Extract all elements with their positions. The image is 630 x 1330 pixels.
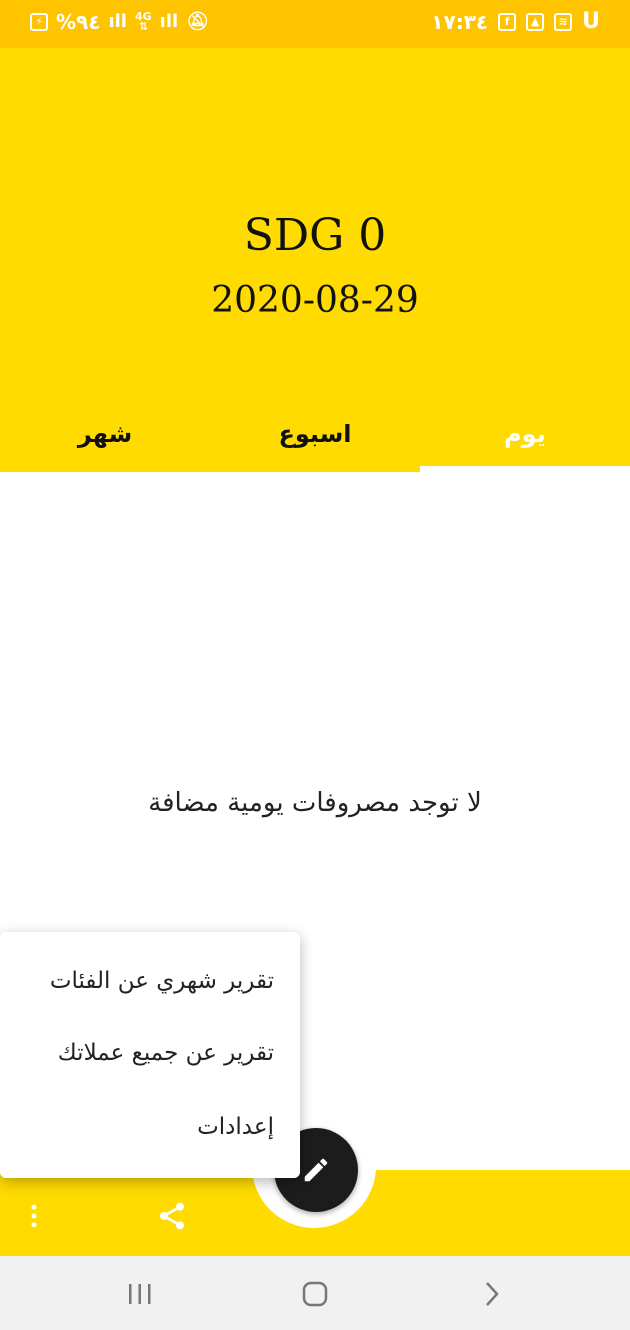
- period-tabs: شهر اسبوع يوم: [0, 410, 630, 472]
- network-type: 4G: [134, 10, 152, 23]
- balance-amount: SDG 0: [243, 210, 387, 261]
- menu-item-all-currencies-report[interactable]: تقرير عن جميع عملاتك: [58, 1040, 274, 1066]
- signal-icon: ıll: [159, 11, 179, 32]
- status-bar: ⚡ %٩٤ ıll 4G ⇅ ıll 🔕︎ ١٧:٣٤ f ▲ ≋ U: [0, 0, 630, 48]
- current-date: 2020-08-29: [211, 280, 419, 321]
- recent-apps-button[interactable]: [110, 1274, 170, 1314]
- battery-level: %٩٤: [56, 10, 101, 34]
- wifi-icon: ≋: [554, 13, 573, 31]
- dark-mode-button[interactable]: [74, 1196, 114, 1236]
- recent-apps-icon: [129, 1284, 151, 1304]
- moon-icon: [85, 1204, 98, 1228]
- tab-month[interactable]: شهر: [0, 420, 210, 448]
- facebook-icon: f: [498, 13, 517, 31]
- tab-day[interactable]: يوم: [420, 420, 630, 448]
- share-icon: [160, 1202, 184, 1230]
- back-icon: [486, 1282, 499, 1306]
- more-vert-icon: [31, 1204, 37, 1228]
- status-bar-system-icons: ⚡ %٩٤ ıll 4G ⇅ ıll 🔕︎: [30, 10, 209, 34]
- mute-icon: 🔕︎: [186, 11, 210, 32]
- more-options-button[interactable]: [14, 1196, 54, 1236]
- home-button[interactable]: [285, 1274, 345, 1314]
- menu-item-settings[interactable]: إعدادات: [197, 1114, 274, 1140]
- home-icon: [302, 1281, 328, 1307]
- overflow-menu: تقرير شهري عن الفئات تقرير عن جميع عملات…: [0, 932, 300, 1178]
- tab-week[interactable]: اسبوع: [210, 420, 420, 448]
- menu-item-monthly-category-report[interactable]: تقرير شهري عن الفئات: [50, 968, 274, 994]
- pencil-icon: [304, 1158, 328, 1182]
- share-button[interactable]: [152, 1196, 192, 1236]
- status-bar-notification-icons: ١٧:٣٤ f ▲ ≋ U: [431, 9, 600, 35]
- clock: ١٧:٣٤: [431, 10, 489, 34]
- back-button[interactable]: [462, 1274, 522, 1314]
- empty-state-message: لا توجد مصروفات يومية مضافة: [148, 788, 482, 818]
- system-navigation-bar: [0, 1256, 630, 1330]
- 4g-signal-icon: 4G ⇅: [134, 10, 152, 33]
- image-icon: ▲: [526, 13, 545, 31]
- header: SDG 0 2020-08-29 شهر اسبوع يوم: [0, 48, 630, 472]
- u-icon: U: [582, 9, 600, 34]
- selected-tab-indicator: [420, 466, 630, 472]
- charging-icon: ⚡: [30, 13, 48, 31]
- signal-icon: ıll: [108, 11, 127, 32]
